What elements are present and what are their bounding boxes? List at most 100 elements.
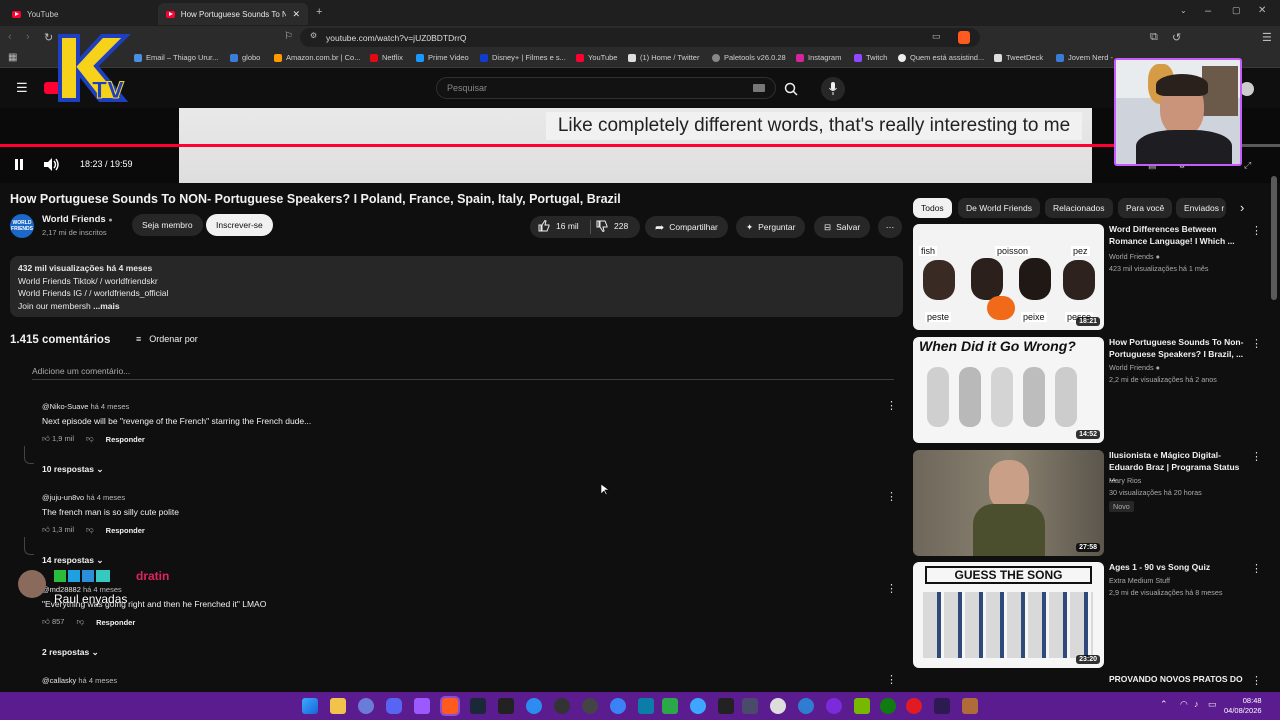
chip-all[interactable]: Todos <box>913 198 952 218</box>
chip-related[interactable]: Relacionados <box>1045 198 1113 218</box>
history-icon[interactable]: ↺ <box>1172 31 1181 44</box>
comment-dislike-icon[interactable]: 👎︎ <box>86 525 94 535</box>
tab-video[interactable]: How Portuguese Sounds To N ✕ <box>158 3 308 25</box>
chip-from-channel[interactable]: De World Friends <box>958 198 1040 218</box>
pause-icon[interactable] <box>14 159 24 170</box>
app-icon[interactable] <box>934 698 950 714</box>
recommendation-menu-icon[interactable]: ⋮ <box>1251 450 1262 463</box>
recommendation-item[interactable]: GUESS THE SONG 23:20 Ages 1 - 90 vs Song… <box>913 562 1273 668</box>
app-icon[interactable] <box>638 698 654 714</box>
clock[interactable]: 08:48 04/08/2026 <box>1224 696 1262 716</box>
ask-button[interactable]: ✦ Perguntar <box>736 216 806 238</box>
app-icon[interactable] <box>962 698 978 714</box>
recommendation-item[interactable]: 27:58 Ilusionista e Mágico Digital- Edua… <box>913 450 1273 556</box>
scrollbar-thumb[interactable] <box>1271 176 1277 300</box>
bookmark-jovemnerd[interactable]: Jovem Nerd - <box>1056 53 1113 62</box>
comment-dislike-icon[interactable]: 👎︎ <box>76 617 84 627</box>
app-icon[interactable] <box>498 698 514 714</box>
chip-for-you[interactable]: Para você <box>1118 198 1173 218</box>
reply-button[interactable]: Responder <box>96 618 135 627</box>
browser-app-icon[interactable] <box>358 698 374 714</box>
close-window-icon[interactable]: ✕ <box>1258 5 1266 16</box>
recommendation-menu-icon[interactable]: ⋮ <box>1251 562 1262 575</box>
bookmark-prime[interactable]: Prime Video <box>416 53 469 62</box>
file-explorer-icon[interactable] <box>330 698 346 714</box>
comment-like-button[interactable]: 👍︎ 857 <box>42 617 64 627</box>
comment-menu-icon[interactable]: ⋮ <box>886 673 897 686</box>
bookmark-tweetdeck[interactable]: TweetDeck <box>994 53 1043 62</box>
app-icon[interactable] <box>906 698 922 714</box>
comment-author[interactable]: @Niko-Suave há 4 meses <box>42 402 129 411</box>
comment-dislike-icon[interactable]: 👎︎ <box>86 434 94 444</box>
app-icon[interactable] <box>690 698 706 714</box>
recommendation-item[interactable]: When Did it Go Wrong? 14:52 How Portugue… <box>913 337 1273 443</box>
bookmark-disney[interactable]: Disney+ | Filmes e s... <box>480 53 566 62</box>
minimize-icon[interactable]: – <box>1205 5 1211 17</box>
keyboard-icon[interactable] <box>753 84 765 92</box>
bookmark-instagram[interactable]: Instagram <box>796 53 841 62</box>
reply-button[interactable]: Responder <box>106 526 145 535</box>
app-icon[interactable] <box>414 698 430 714</box>
app-icon[interactable] <box>662 698 678 714</box>
show-replies-button[interactable]: 10 respostas ⌄ <box>42 464 103 475</box>
like-button[interactable]: 16 mil <box>538 220 579 232</box>
app-icon[interactable] <box>770 698 786 714</box>
search-input[interactable]: Pesquisar <box>436 77 776 99</box>
tab-youtube[interactable]: YouTube <box>4 3 154 25</box>
fullscreen-icon[interactable]: ⤢ <box>1244 160 1251 171</box>
more-actions-button[interactable]: ⋯ <box>878 216 902 238</box>
recommendation-menu-icon[interactable]: ⋮ <box>1251 337 1262 350</box>
chevron-down-icon[interactable]: ⌄ <box>1180 6 1187 15</box>
menu-icon[interactable]: ☰ <box>1262 31 1272 44</box>
channel-avatar[interactable]: WORLD FRIENDS <box>10 214 34 238</box>
bookmark-paletools[interactable]: Paletools v26.0.28 <box>712 53 786 62</box>
bookmark-twitter[interactable]: (1) Home / Twitter <box>628 53 699 62</box>
app-icon[interactable] <box>718 698 734 714</box>
xbox-icon[interactable] <box>880 698 896 714</box>
bookmark-youtube[interactable]: YouTube <box>576 53 617 62</box>
progress-bar[interactable] <box>0 144 1280 147</box>
tray-chevron-icon[interactable]: ⌃ <box>1160 699 1168 710</box>
chip-uploaded[interactable]: Enviados r <box>1176 198 1226 218</box>
hamburger-menu-icon[interactable]: ☰ <box>16 80 28 96</box>
app-icon[interactable] <box>798 698 814 714</box>
save-button[interactable]: ⊟ Salvar <box>814 216 871 238</box>
forward-icon[interactable]: › <box>26 31 30 43</box>
maximize-icon[interactable]: ▢ <box>1232 5 1241 16</box>
new-tab-icon[interactable]: + <box>316 6 322 18</box>
comment-menu-icon[interactable]: ⋮ <box>886 582 897 595</box>
comment-menu-icon[interactable]: ⋮ <box>886 399 897 412</box>
dislike-button[interactable]: 228 <box>596 220 628 232</box>
app-icon[interactable] <box>826 698 842 714</box>
back-icon[interactable]: ‹ <box>8 31 12 43</box>
comment-like-button[interactable]: 👍︎ 1,3 mil <box>42 525 74 535</box>
bookmark-globo[interactable]: globo <box>230 53 260 62</box>
steam-icon[interactable] <box>470 698 486 714</box>
cast-icon[interactable]: ▭ <box>932 31 941 42</box>
reply-button[interactable]: Responder <box>106 435 145 444</box>
show-replies-button[interactable]: 14 respostas ⌄ <box>42 555 103 566</box>
nvidia-icon[interactable] <box>854 698 870 714</box>
voice-search-button[interactable] <box>821 77 845 101</box>
sort-comments-button[interactable]: ≡ Ordenar por <box>136 334 198 344</box>
comment-like-button[interactable]: 👍︎ 1,9 mil <box>42 434 74 444</box>
chevron-right-icon[interactable]: › <box>1240 200 1244 215</box>
discord-icon[interactable] <box>386 698 402 714</box>
start-button-icon[interactable] <box>302 698 318 714</box>
show-replies-button[interactable]: 2 respostas ⌄ <box>42 647 99 658</box>
bookmark-quem[interactable]: Quem está assistind... <box>898 53 984 62</box>
recommendation-item[interactable]: PROVANDO NOVOS PRATOS DO ⋮ <box>913 674 1273 692</box>
app-icon[interactable] <box>742 698 758 714</box>
app-icon[interactable] <box>610 698 626 714</box>
app-icon[interactable] <box>554 698 570 714</box>
brave-shield-icon[interactable] <box>958 31 970 44</box>
brave-icon[interactable] <box>440 696 460 716</box>
bookmark-netflix[interactable]: Netflix <box>370 53 403 62</box>
url-input[interactable]: ⚙ youtube.com/watch?v=jUZ0BDTDrrQ <box>300 28 980 47</box>
avatar[interactable] <box>1240 82 1254 96</box>
extensions-icon[interactable]: ⧉ <box>1150 31 1158 44</box>
site-info-icon[interactable]: ⚙ <box>310 31 317 40</box>
close-tab-icon[interactable]: ✕ <box>292 9 300 20</box>
wifi-icon[interactable]: ◠ <box>1180 699 1188 710</box>
join-membership-button[interactable]: Seja membro <box>132 214 203 236</box>
